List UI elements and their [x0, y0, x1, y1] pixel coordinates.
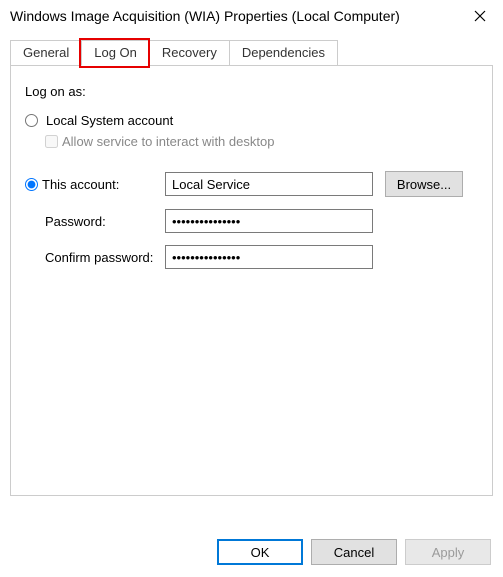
- this-account-radio[interactable]: [25, 178, 38, 191]
- this-account-label: This account:: [42, 177, 119, 192]
- logon-as-label: Log on as:: [25, 84, 478, 99]
- password-input[interactable]: [165, 209, 373, 233]
- tab-strip: General Log On Recovery Dependencies: [10, 40, 493, 66]
- browse-button[interactable]: Browse...: [385, 171, 463, 197]
- titlebar: Windows Image Acquisition (WIA) Properti…: [0, 0, 503, 32]
- interact-desktop-label: Allow service to interact with desktop: [62, 134, 274, 149]
- local-system-radio[interactable]: [25, 114, 38, 127]
- tab-general[interactable]: General: [10, 40, 82, 65]
- local-system-radio-row: Local System account: [25, 113, 478, 128]
- tab-recovery[interactable]: Recovery: [149, 40, 230, 65]
- account-form: This account: Browse... Password: Confir…: [25, 171, 478, 269]
- tab-dependencies[interactable]: Dependencies: [229, 40, 338, 65]
- cancel-button[interactable]: Cancel: [311, 539, 397, 565]
- this-account-row: This account: Browse...: [25, 171, 478, 197]
- confirm-password-label: Confirm password:: [25, 250, 165, 265]
- apply-button: Apply: [405, 539, 491, 565]
- button-bar: OK Cancel Apply: [217, 539, 491, 565]
- local-system-label: Local System account: [46, 113, 173, 128]
- dialog-body: General Log On Recovery Dependencies Log…: [0, 32, 503, 496]
- confirm-password-input[interactable]: [165, 245, 373, 269]
- tab-panel-logon: Log on as: Local System account Allow se…: [10, 66, 493, 496]
- account-input[interactable]: [165, 172, 373, 196]
- password-label: Password:: [25, 214, 165, 229]
- tab-logon[interactable]: Log On: [81, 40, 150, 66]
- password-row: Password:: [25, 209, 478, 233]
- interact-desktop-checkbox: [45, 135, 58, 148]
- interact-desktop-row: Allow service to interact with desktop: [45, 134, 478, 149]
- confirm-password-row: Confirm password:: [25, 245, 478, 269]
- window-title: Windows Image Acquisition (WIA) Properti…: [10, 8, 457, 24]
- ok-button[interactable]: OK: [217, 539, 303, 565]
- close-icon: [474, 10, 486, 22]
- close-button[interactable]: [457, 0, 503, 32]
